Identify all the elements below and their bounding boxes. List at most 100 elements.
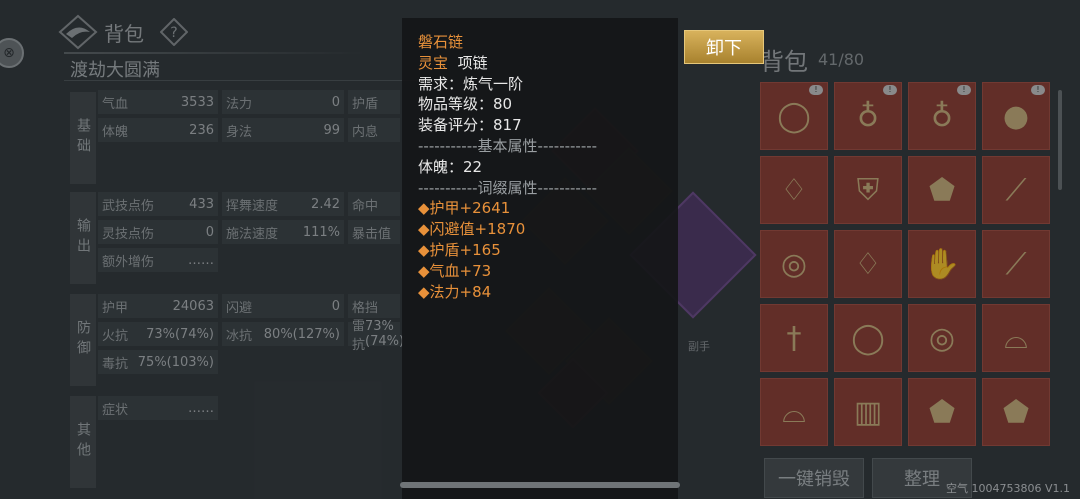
- item-name: 磐石链: [418, 33, 464, 51]
- stat-cell: 毒抗 75%(103%): [98, 350, 218, 374]
- bag-item[interactable]: †: [760, 304, 828, 372]
- affix-line: ◆护盾+165: [418, 240, 501, 259]
- stat-cell: 法力 0: [222, 90, 344, 114]
- section-basic: 基础: [70, 92, 96, 184]
- destroy-all-button[interactable]: 一键销毁: [764, 458, 864, 498]
- dagger-icon: †: [786, 320, 802, 356]
- item-requirement: 需求：炼气一阶: [418, 74, 524, 93]
- header-divider: [64, 52, 364, 54]
- ring-icon: ◎: [780, 246, 808, 282]
- bag-item[interactable]: ⬟: [908, 378, 976, 446]
- stat-cell: 暴击值: [348, 220, 400, 244]
- page-title: 背包: [104, 22, 144, 46]
- new-badge-icon: !: [1031, 85, 1045, 95]
- bag-item[interactable]: ⌓: [982, 304, 1050, 372]
- bag-item[interactable]: ◎: [908, 304, 976, 372]
- necklace-icon: ♢: [780, 172, 808, 208]
- bag-item[interactable]: ♁!: [834, 82, 902, 150]
- stat-cell: 内息: [348, 118, 400, 142]
- new-badge-icon: !: [883, 85, 897, 95]
- unequip-button[interactable]: 卸下: [684, 30, 764, 64]
- item-quality: 灵宝: [418, 53, 449, 72]
- affix-line: ◆护甲+2641: [418, 199, 511, 218]
- blade-icon: ⟋: [1005, 172, 1027, 208]
- stat-cell: 护甲 24063: [98, 294, 218, 318]
- bag-item[interactable]: ◎: [760, 230, 828, 298]
- stat-cell: 挥舞速度 2.42: [222, 192, 344, 216]
- bag-item[interactable]: ♢: [834, 230, 902, 298]
- new-badge-icon: !: [957, 85, 971, 95]
- shield-icon: ⬟: [928, 172, 956, 208]
- new-badge-icon: !: [809, 85, 823, 95]
- ring-icon: ◎: [928, 320, 956, 356]
- bag-item[interactable]: ●!: [982, 82, 1050, 150]
- necklace-icon: ♢: [854, 246, 882, 282]
- affix-line: ◆闪避值+1870: [418, 220, 526, 239]
- bag-item[interactable]: ✋: [908, 230, 976, 298]
- base-attr-header: -----------基本属性-----------: [418, 136, 598, 155]
- bracelet-icon: ◯: [777, 98, 811, 134]
- stat-cell: 身法 99: [222, 118, 344, 142]
- bag-item[interactable]: ♁!: [908, 82, 976, 150]
- close-button[interactable]: ⊗: [0, 38, 24, 68]
- bag-emblem-icon: [58, 14, 98, 50]
- section-output: 输出: [70, 192, 96, 284]
- shield-icon: ⬟: [928, 394, 956, 430]
- section-defense: 防御: [70, 294, 96, 386]
- stat-cell: 冰抗 80%(127%): [222, 322, 344, 346]
- bag-scrollbar[interactable]: [1058, 90, 1062, 190]
- realm-divider: [64, 80, 424, 81]
- orb-icon: ●: [1002, 98, 1030, 134]
- item-level: 物品等级：80: [418, 95, 513, 114]
- bag-item[interactable]: ⛨: [834, 156, 902, 224]
- armor-icon: ⛨: [856, 172, 880, 208]
- gear-score: 装备评分：817: [418, 116, 522, 135]
- bag-item[interactable]: ⌓: [760, 378, 828, 446]
- blade-icon: ⟋: [1005, 246, 1027, 282]
- helmet-icon: ⌓: [782, 394, 806, 430]
- bag-title: 背包: [760, 48, 808, 76]
- bag-item[interactable]: ⬟: [908, 156, 976, 224]
- offhand-slot-label[interactable]: 副手: [688, 338, 710, 354]
- amulet-icon: ♁: [857, 98, 879, 134]
- affix-line: ◆气血+73: [418, 261, 492, 280]
- tooltip-scrollbar[interactable]: [400, 482, 680, 488]
- bag-item[interactable]: ▥: [834, 378, 902, 446]
- stat-cell: 额外增伤……: [98, 248, 218, 272]
- stat-cell: 武技点伤 433: [98, 192, 218, 216]
- footer-info: 空气 1004753806 V1.1: [946, 482, 1070, 495]
- bag-count: 41/80: [818, 50, 865, 69]
- bracelet-icon: ◯: [851, 320, 885, 356]
- stat-cell: 闪避 0: [222, 294, 344, 318]
- bracer-icon: ▥: [853, 394, 883, 430]
- bag-item[interactable]: ◯: [834, 304, 902, 372]
- item-type: 项链: [457, 53, 488, 72]
- affix-line: ◆法力+84: [418, 282, 492, 301]
- help-icon[interactable]: ?: [160, 18, 188, 46]
- bag-item[interactable]: ⬟: [982, 378, 1050, 446]
- stat-cell: 体魄 236: [98, 118, 218, 142]
- affix-header: -----------词缀属性-----------: [418, 178, 598, 197]
- stat-cell: 施法速度 111%: [222, 220, 344, 244]
- shield-icon: ⬟: [1002, 394, 1030, 430]
- stat-cell: 护盾: [348, 90, 400, 114]
- stat-cell: 命中: [348, 192, 400, 216]
- bag-item[interactable]: ⟋: [982, 230, 1050, 298]
- item-quality-type: 灵宝 项链: [418, 53, 662, 74]
- item-tooltip: 磐石链 灵宝 项链 需求：炼气一阶 物品等级：80 装备评分：817 -----…: [402, 18, 678, 499]
- stat-cell: 灵技点伤 0: [98, 220, 218, 244]
- bag-grid: ◯! ♁! ♁! ●! ♢ ⛨ ⬟ ⟋ ◎ ♢ ✋ ⟋ † ◯ ◎ ⌓ ⌓ ▥ ⬟ ⬟: [760, 82, 1050, 446]
- realm-label: 渡劫大圆满: [70, 60, 160, 81]
- helmet-icon: ⌓: [1004, 320, 1028, 356]
- amulet-icon: ♁: [931, 98, 953, 134]
- close-icon: ⊗: [3, 45, 15, 61]
- bag-item[interactable]: ⟋: [982, 156, 1050, 224]
- section-other: 其他: [70, 396, 96, 488]
- stat-cell: 雷抗 73%(74%): [348, 319, 404, 353]
- gloves-icon: ✋: [923, 246, 961, 282]
- svg-text:?: ?: [170, 25, 177, 41]
- base-attr: 体魄：22: [418, 157, 483, 176]
- bag-item[interactable]: ◯!: [760, 82, 828, 150]
- bag-item[interactable]: ♢: [760, 156, 828, 224]
- stat-cell: 气血 3533: [98, 90, 218, 114]
